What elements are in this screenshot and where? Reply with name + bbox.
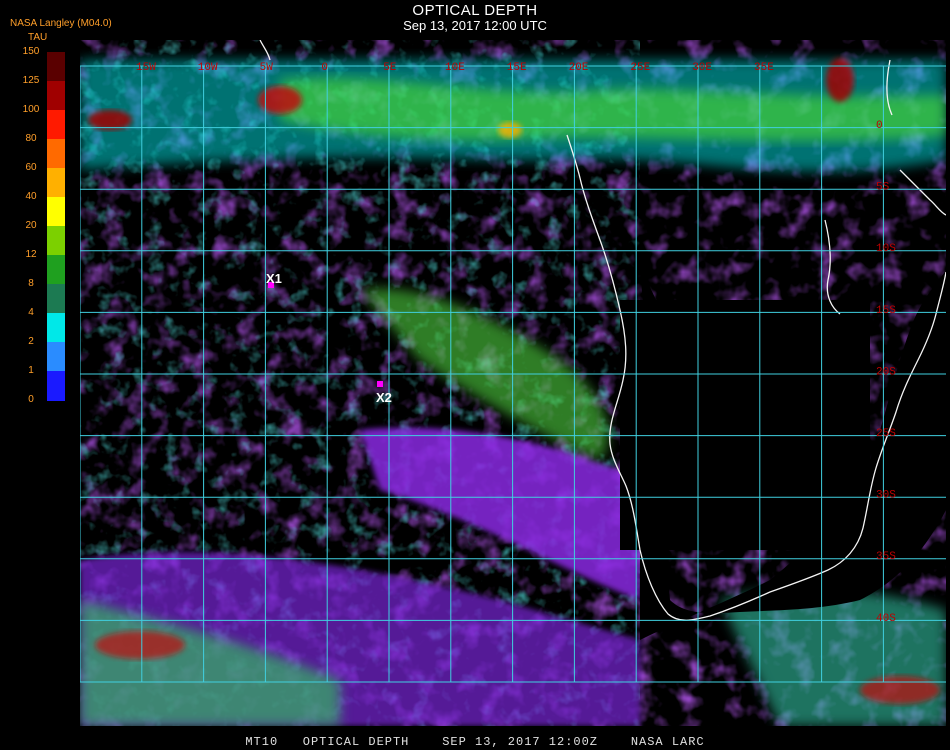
- colorbar-tick-label: 100: [22, 104, 40, 115]
- latitude-label: 25S: [876, 428, 896, 440]
- colorbar: [47, 52, 65, 401]
- colorbar-tick-label: 40: [25, 191, 37, 202]
- colorbar-tick-label: 80: [25, 133, 37, 144]
- longitude-label: 25E: [630, 62, 650, 74]
- map-datetime: Sep 13, 2017 12:00 UTC: [403, 18, 547, 33]
- colorbar-segment: [47, 284, 65, 314]
- longitude-label: 20E: [569, 62, 589, 74]
- latitude-label: 20S: [876, 366, 896, 378]
- longitude-label: 5W: [260, 62, 274, 74]
- colorbar-tick-label: 8: [28, 278, 34, 289]
- map-title: OPTICAL DEPTH: [412, 2, 538, 19]
- latitude-label: 15S: [876, 305, 896, 317]
- colorbar-segment: [47, 197, 65, 227]
- longitude-label: 15E: [507, 62, 527, 74]
- marker-x2-dot: [377, 381, 383, 387]
- latitude-label: 0: [876, 120, 883, 132]
- latitude-label: 35S: [876, 551, 896, 563]
- longitude-label: 10E: [445, 62, 465, 74]
- longitude-label: 5E: [383, 62, 397, 74]
- colorbar-segment: [47, 52, 65, 82]
- marker-x1-label: X1: [266, 271, 282, 286]
- colorbar-segment: [47, 342, 65, 372]
- colorbar-tick-label: 1: [28, 365, 34, 376]
- colorbar-tick-label: 12: [25, 249, 37, 260]
- longitude-label: 10W: [198, 62, 218, 74]
- colorbar-tick-label: 150: [22, 46, 40, 57]
- optical-depth-map: 15W 10W 5W 0 5E 10E 15E 20E 25E 30E 35E 0 5S 10S 15S 20…: [80, 40, 946, 726]
- longitude-label: 15W: [136, 62, 156, 74]
- latitude-label: 10S: [876, 243, 896, 255]
- colorbar-tick-label: 0: [28, 394, 34, 405]
- colorbar-segment: [47, 139, 65, 169]
- latitude-label: 30S: [876, 490, 896, 502]
- colorbar-tick-label: 2: [28, 336, 34, 347]
- colorbar-segment: [47, 168, 65, 198]
- latitude-label: 5S: [876, 182, 890, 194]
- colorbar-tick-label: 20: [25, 220, 37, 231]
- colorbar-title: TAU: [28, 32, 48, 43]
- colorbar-segment: [47, 81, 65, 111]
- longitude-label: 30E: [692, 62, 712, 74]
- marker-x2-label: X2: [376, 390, 392, 405]
- marker-x1: X1: [266, 271, 282, 288]
- colorbar-tick-label: 125: [22, 75, 40, 86]
- colorbar-tick-label: 4: [28, 307, 34, 318]
- longitude-label: 0: [321, 62, 328, 74]
- longitude-label: 35E: [754, 62, 774, 74]
- latitude-label: 40S: [876, 613, 896, 625]
- colorbar-tick-label: 60: [25, 162, 37, 173]
- footer-caption: MT10 OPTICAL DEPTH SEP 13, 2017 12:00Z N…: [245, 735, 705, 749]
- colorbar-segment: [47, 313, 65, 343]
- colorbar-segment: [47, 226, 65, 256]
- colorbar-segment: [47, 255, 65, 285]
- colorbar-segment: [47, 110, 65, 140]
- brand-label: NASA Langley (M04.0): [10, 18, 112, 29]
- colorbar-segment: [47, 371, 65, 401]
